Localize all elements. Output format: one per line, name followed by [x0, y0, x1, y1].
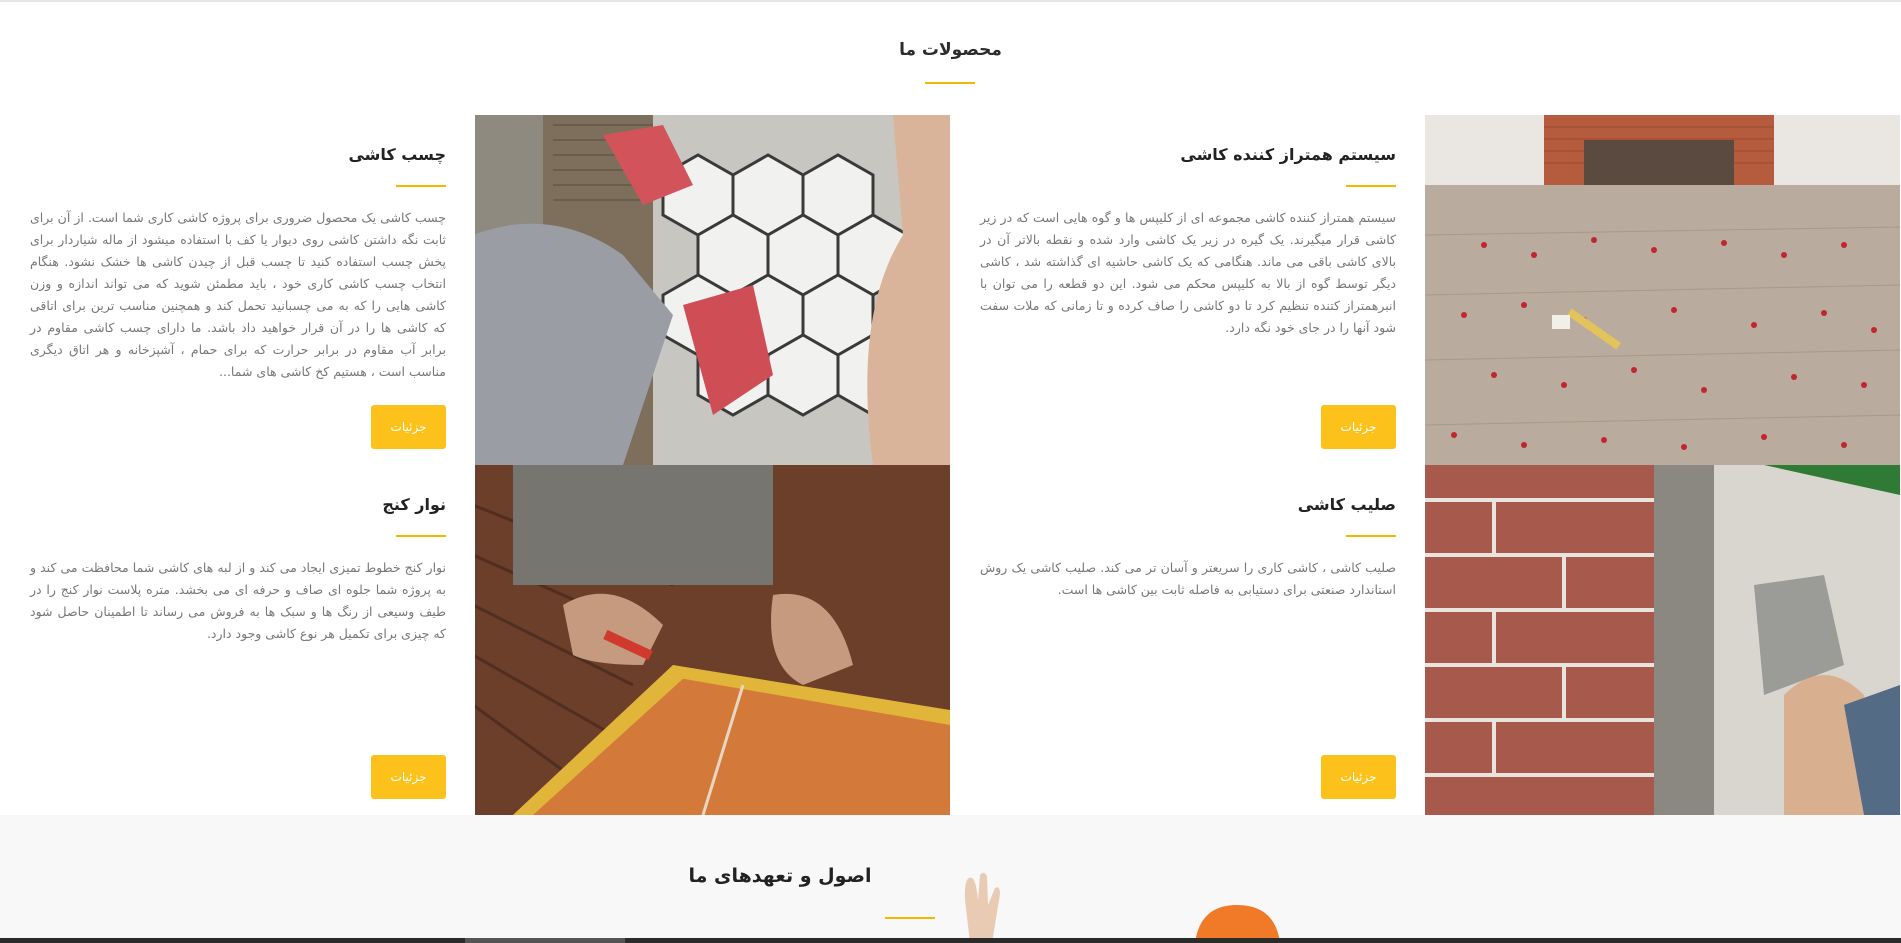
product-title-underline [396, 535, 446, 537]
product-card-tile-cross: صلیب کاشی صلیب کاشی ، کاشی کاری را سریعت… [950, 465, 1425, 815]
details-button[interactable]: جزئیات [371, 755, 446, 799]
details-button[interactable]: جزئیات [371, 405, 446, 449]
products-section-header: محصولات ما [0, 2, 1901, 115]
principles-section-title: اصول و تعهدهای ما [688, 865, 872, 887]
hand-illustration-icon [964, 872, 1000, 943]
products-section-title: محصولات ما [899, 40, 1002, 60]
product-title: سیستم همتراز کننده کاشی [1180, 145, 1396, 164]
product-description: چسب کاشی یک محصول ضروری برای پروژه کاشی … [30, 210, 446, 379]
product-title: نوار کنج [382, 495, 446, 514]
principles-title-underline [885, 917, 935, 919]
product-title: چسب کاشی [348, 145, 446, 164]
product-title: صلیب کاشی [1297, 495, 1396, 514]
product-card-leveling-system: سیستم همتراز کننده کاشی سیستم همتراز کنن… [950, 115, 1425, 465]
products-title-underline [925, 82, 975, 84]
product-image-corner-trim [473, 465, 950, 815]
principles-section: اصول و تعهدهای ما [0, 815, 1901, 943]
product-description: نوار کنج خطوط تمیزی ایجاد می کند و از لب… [30, 560, 446, 641]
bottom-bar-marker [465, 938, 625, 943]
product-description: سیستم همتراز کننده کاشی مجموعه ای از کلی… [980, 210, 1396, 335]
product-title-underline [396, 185, 446, 187]
products-grid: سیستم همتراز کننده کاشی سیستم همتراز کنن… [0, 115, 1901, 815]
details-button[interactable]: جزئیات [1321, 755, 1396, 799]
product-image-leveling-system [1425, 115, 1900, 465]
details-button[interactable]: جزئیات [1321, 405, 1396, 449]
product-card-tile-adhesive: چسب کاشی چسب کاشی یک محصول ضروری برای پر… [0, 115, 475, 465]
product-image-tile-adhesive [473, 115, 950, 465]
product-title-underline [1346, 535, 1396, 537]
product-image-tile-cross [1425, 465, 1900, 815]
bottom-dark-bar [0, 938, 1901, 943]
product-description: صلیب کاشی ، کاشی کاری را سریعتر و آسان ت… [980, 560, 1396, 597]
product-title-underline [1346, 185, 1396, 187]
product-card-corner-trim: نوار کنج نوار کنج خطوط تمیزی ایجاد می کن… [0, 465, 475, 815]
